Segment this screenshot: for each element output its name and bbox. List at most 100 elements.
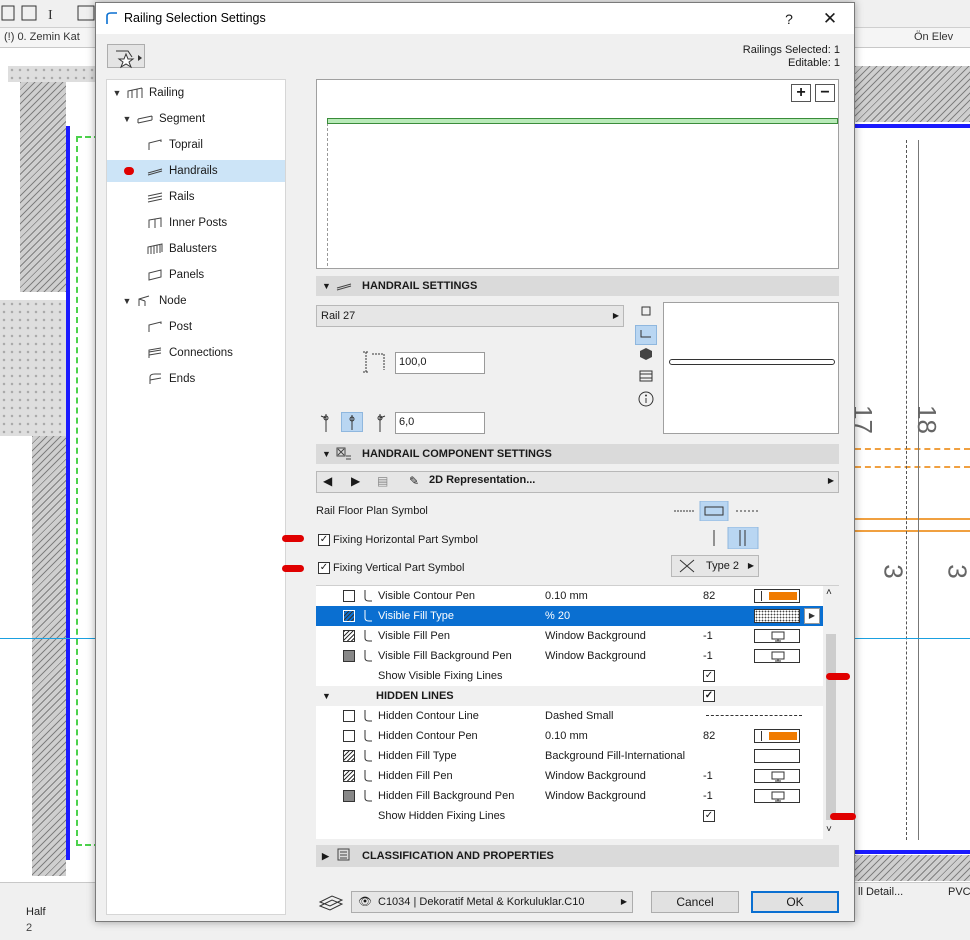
cancel-button[interactable]: Cancel	[651, 891, 739, 913]
offset-input[interactable]: 6,0	[395, 412, 485, 434]
tree-item-ends[interactable]: Ends	[107, 368, 285, 390]
settings-tree: ▼ Railing ▼ Segment Toprail Handrails Ra…	[106, 79, 286, 915]
table-row[interactable]: Hidden Contour Line Dashed Small	[316, 706, 823, 726]
annotation-marker	[282, 565, 304, 572]
fill-swatch[interactable]	[754, 749, 800, 763]
next-arrow-icon[interactable]: ▶	[351, 474, 360, 488]
view-section-button[interactable]	[635, 369, 657, 389]
component-settings-icon	[336, 447, 351, 460]
toolbar-icons[interactable]: I	[0, 0, 100, 28]
tree-label: Handrails	[169, 165, 218, 177]
plan-view-icon	[640, 330, 651, 338]
scroll-thumb[interactable]	[826, 634, 836, 820]
pen-color-swatch[interactable]	[754, 589, 800, 603]
fixing-horizontal-checkbox[interactable]: ✓	[318, 534, 330, 546]
tree-item-rails[interactable]: Rails	[107, 186, 285, 208]
favorites-button[interactable]	[107, 44, 145, 69]
pvc-dropdown[interactable]: PVC	[948, 886, 970, 898]
tree-item-panels[interactable]: Panels	[107, 264, 285, 286]
window-background-swatch[interactable]	[754, 629, 800, 643]
attribute-name: Visible Fill Pen	[378, 630, 450, 642]
attribute-name: Visible Contour Pen	[378, 590, 476, 602]
table-row[interactable]: Hidden Fill Pen Window Background -1	[316, 766, 823, 786]
grid-number: 3	[878, 564, 909, 579]
collapse-arrow-icon[interactable]: ▼	[322, 444, 331, 464]
offset-right-icon[interactable]	[372, 412, 388, 434]
fill-type-menu-arrow[interactable]: ▶	[804, 608, 820, 624]
classification-header[interactable]: ▶ CLASSIFICATION AND PROPERTIES	[316, 845, 839, 867]
attribute-number: 82	[703, 590, 716, 602]
tab-elevation[interactable]: Ön Elev	[914, 31, 953, 43]
fill-pattern-swatch[interactable]	[754, 609, 800, 623]
pen-color-swatch[interactable]	[754, 729, 800, 743]
window-background-swatch[interactable]	[754, 769, 800, 783]
table-row[interactable]: Visible Fill Background Pen Window Backgr…	[316, 646, 823, 666]
detail-dropdown[interactable]: ll Detail...	[858, 886, 903, 898]
line-type-preview[interactable]	[706, 715, 802, 716]
table-row[interactable]: Visible Contour Pen 0.10 mm 82	[316, 586, 823, 606]
view-plan-button[interactable]	[635, 325, 657, 345]
table-row[interactable]: Visible Fill Pen Window Background -1	[316, 626, 823, 646]
attribute-number: -1	[703, 790, 713, 802]
zoom-in-button[interactable]: +	[791, 84, 811, 102]
expand-arrow-icon[interactable]: ▶	[322, 845, 329, 867]
fixing-vertical-checkbox[interactable]: ✓	[318, 562, 330, 574]
table-row[interactable]: Visible Fill Type % 20 ▶	[316, 606, 823, 626]
handrail-profile-preview	[663, 302, 839, 434]
ok-button[interactable]: OK	[751, 891, 839, 913]
fixing-horizontal-symbol-options[interactable]	[704, 527, 760, 549]
profile-dropdown[interactable]: Rail 27 ▶	[316, 305, 624, 327]
info-button[interactable]	[635, 391, 657, 411]
offset-left-icon[interactable]	[318, 412, 334, 434]
height-input[interactable]: 100,0	[395, 352, 485, 374]
view-3d-button[interactable]	[635, 347, 657, 367]
handrail-settings-header[interactable]: ▼ HANDRAIL SETTINGS	[316, 276, 839, 296]
row-checkbox[interactable]: ✓	[703, 670, 715, 682]
tree-item-node[interactable]: ▼ Node	[107, 290, 285, 312]
view-2d-button[interactable]	[635, 303, 657, 323]
attribute-swatch-icon	[343, 650, 355, 662]
table-scrollbar[interactable]: ˄ ˅	[823, 586, 839, 840]
offset-center-button[interactable]	[341, 412, 363, 432]
row-checkbox[interactable]: ✓	[703, 810, 715, 822]
table-row[interactable]: Hidden Fill Type Background Fill-Internat…	[316, 746, 823, 766]
close-button[interactable]: ✕	[818, 8, 842, 30]
tree-item-inner-posts[interactable]: Inner Posts	[107, 212, 285, 234]
attribute-number: -1	[703, 630, 713, 642]
table-row[interactable]: Show Visible Fixing Lines ✓	[316, 666, 823, 686]
collapse-arrow-icon[interactable]: ▼	[322, 276, 331, 296]
selection-info: Railings Selected: 1 Editable: 1	[743, 44, 840, 70]
expand-arrow-icon[interactable]: ▼	[122, 108, 132, 130]
tree-item-segment[interactable]: ▼ Segment	[107, 108, 285, 130]
section-view-icon	[639, 370, 653, 382]
zoom-out-button[interactable]: −	[815, 84, 835, 102]
page-settings-icon[interactable]: ▤	[377, 474, 388, 488]
representation-dropdown[interactable]: 2D Representation...	[429, 474, 535, 486]
prev-arrow-icon[interactable]: ◀	[323, 474, 332, 488]
table-row[interactable]: Hidden Contour Pen 0.10 mm 82	[316, 726, 823, 746]
tree-item-post[interactable]: Post	[107, 316, 285, 338]
tree-item-toprail[interactable]: Toprail	[107, 134, 285, 156]
window-background-swatch[interactable]	[754, 789, 800, 803]
tree-item-railing[interactable]: ▼ Railing	[107, 82, 285, 104]
floor-plan-symbol-options[interactable]	[672, 501, 760, 521]
tree-label: Node	[159, 295, 187, 307]
tab-floor-plan[interactable]: (!) 0. Zemin Kat	[4, 31, 80, 43]
preview-guide	[327, 118, 328, 266]
tree-item-connections[interactable]: Connections	[107, 342, 285, 364]
layer-dropdown[interactable]: 👁 C1034 | Dekoratif Metal & Korkuluklar.…	[351, 891, 633, 913]
scroll-down-icon[interactable]: ˅	[826, 824, 832, 835]
scroll-up-icon[interactable]: ˄	[826, 587, 832, 598]
help-button[interactable]: ?	[778, 8, 800, 30]
tree-item-balusters[interactable]: Balusters	[107, 238, 285, 260]
collapse-arrow-icon[interactable]: ▼	[322, 686, 331, 706]
expand-arrow-icon[interactable]: ▼	[122, 290, 132, 312]
row-checkbox[interactable]: ✓	[703, 690, 715, 702]
window-background-swatch[interactable]	[754, 649, 800, 663]
expand-arrow-icon[interactable]: ▼	[112, 82, 122, 104]
table-row[interactable]: Show Hidden Fixing Lines ✓	[316, 806, 823, 826]
table-group-row[interactable]: ▼ HIDDEN LINES ✓	[316, 686, 823, 706]
type-dropdown[interactable]: Type 2 ▶	[671, 555, 759, 577]
table-row[interactable]: Hidden Fill Background Pen Window Backgro…	[316, 786, 823, 806]
handrail-component-settings-header[interactable]: ▼ HANDRAIL COMPONENT SETTINGS	[316, 444, 839, 464]
